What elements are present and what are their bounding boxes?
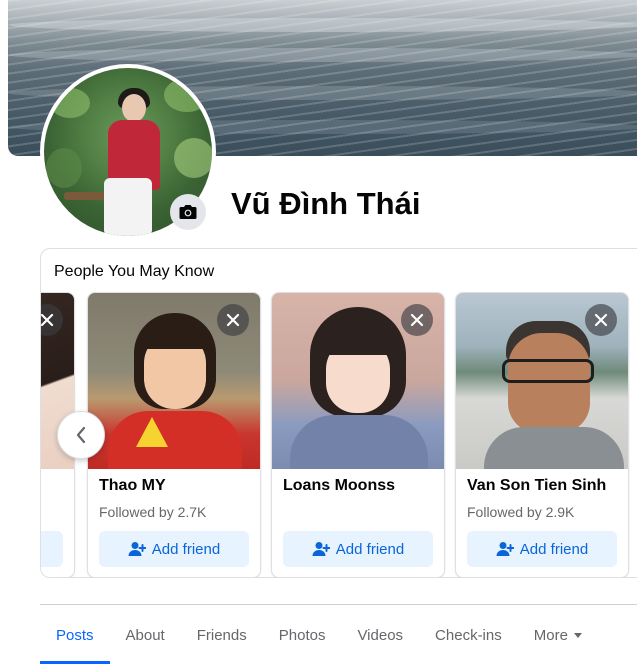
dismiss-button[interactable] <box>401 304 433 336</box>
pymk-card[interactable]: Van Son Tien Sinh Followed by 2.9K Add f… <box>455 292 629 577</box>
tab-friends[interactable]: Friends <box>181 606 263 664</box>
pymk-mutual: Followed by 2.7K <box>99 504 207 520</box>
add-friend-button-label: Add friend <box>335 540 405 558</box>
caret-down-icon <box>573 632 582 638</box>
profile-name: Vũ Đình Thái <box>231 186 421 221</box>
tab-label: Photos <box>278 626 326 644</box>
carousel-prev-button[interactable] <box>57 411 105 459</box>
close-icon <box>410 313 424 327</box>
tab-label: Videos <box>357 626 404 644</box>
tab-label: About <box>125 626 165 644</box>
people-you-may-know: People You May Know Thao MY Followed by … <box>40 248 637 578</box>
add-friend-button[interactable]: Add friend <box>467 531 617 567</box>
pymk-name[interactable]: Van Son Tien Sinh <box>467 477 606 495</box>
tab-photos[interactable]: Photos <box>263 606 342 664</box>
close-icon <box>226 313 240 327</box>
update-profile-photo-button[interactable] <box>170 194 206 230</box>
add-friend-button[interactable]: Add friend <box>283 531 433 567</box>
pymk-card[interactable]: Loans Moonss Add friend <box>271 292 445 577</box>
profile-page: Vũ Đình Thái People You May Know Thao MY… <box>0 0 637 664</box>
dismiss-button[interactable] <box>217 304 249 336</box>
add-friend-icon <box>312 542 330 556</box>
camera-icon <box>179 205 197 219</box>
tab-check-ins[interactable]: Check-ins <box>419 606 518 664</box>
tab-about[interactable]: About <box>110 606 181 664</box>
close-icon <box>41 313 54 327</box>
pymk-name[interactable]: Thao MY <box>99 477 166 495</box>
add-friend-button[interactable] <box>41 531 63 567</box>
add-friend-icon <box>128 542 146 556</box>
tab-label: More <box>533 626 568 644</box>
pymk-title: People You May Know <box>54 263 215 280</box>
tabs-divider <box>40 604 637 605</box>
tab-posts[interactable]: Posts <box>40 606 110 664</box>
close-icon <box>594 313 608 327</box>
pymk-mutual: Followed by 2.9K <box>467 504 575 520</box>
add-friend-icon <box>496 542 514 556</box>
tab-label: Posts <box>56 626 94 644</box>
tab-videos[interactable]: Videos <box>341 606 419 664</box>
chevron-left-icon <box>76 426 86 444</box>
tab-label: Friends <box>196 626 247 644</box>
add-friend-button-label: Add friend <box>519 540 589 558</box>
tab-more[interactable]: More <box>518 606 598 664</box>
pymk-card[interactable]: Thao MY Followed by 2.7K Add friend <box>87 292 261 577</box>
add-friend-button[interactable]: Add friend <box>99 531 249 567</box>
pymk-name[interactable]: Loans Moonss <box>283 477 395 495</box>
dismiss-button[interactable] <box>585 304 617 336</box>
tab-label: Check-ins <box>435 626 502 644</box>
add-friend-button-label: Add friend <box>151 540 221 558</box>
profile-tabs: Posts About Friends Photos Videos Check-… <box>40 606 598 664</box>
